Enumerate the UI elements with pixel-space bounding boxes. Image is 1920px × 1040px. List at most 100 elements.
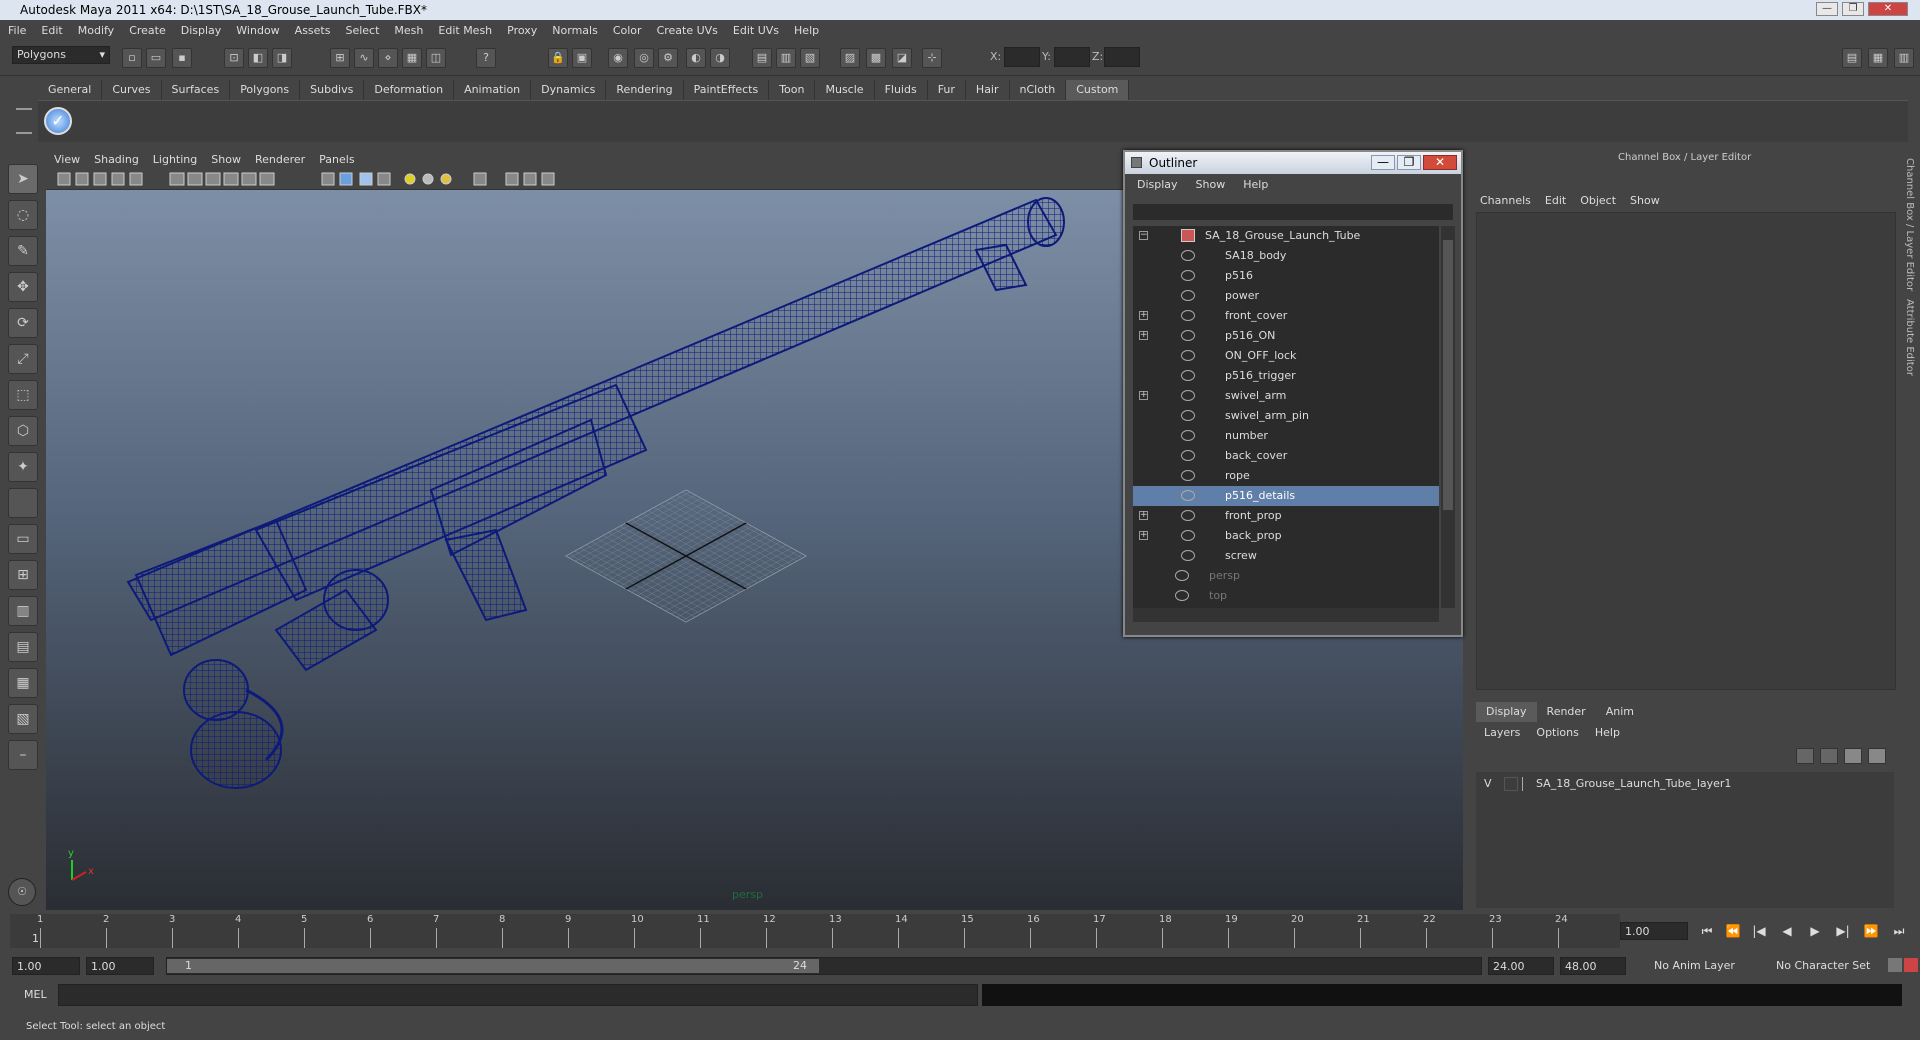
- select-hierarchy-icon[interactable]: ⊡: [224, 48, 244, 68]
- tab-curves[interactable]: Curves: [102, 80, 162, 100]
- cb-menu-channels[interactable]: Channels: [1480, 194, 1531, 207]
- persp-graph-icon[interactable]: ▧: [8, 704, 38, 734]
- outliner-item[interactable]: + swivel_arm: [1133, 386, 1439, 406]
- menu-create-uvs[interactable]: Create UVs: [657, 24, 718, 37]
- tab-fluids[interactable]: Fluids: [875, 80, 928, 100]
- outliner-close-button[interactable]: ✕: [1423, 155, 1457, 170]
- tab-dynamics[interactable]: Dynamics: [531, 80, 607, 100]
- x-field[interactable]: [1004, 47, 1040, 67]
- menu-assets[interactable]: Assets: [295, 24, 331, 37]
- outliner-item[interactable]: power: [1133, 286, 1439, 306]
- transform-field-icon[interactable]: ⊹: [922, 48, 942, 68]
- close-button[interactable]: ✕: [1868, 2, 1908, 16]
- cb-menu-object[interactable]: Object: [1580, 194, 1616, 207]
- tab-display[interactable]: Display: [1476, 702, 1537, 722]
- viewport-tool-icons[interactable]: [46, 168, 586, 190]
- snap-point-icon[interactable]: ⋄: [378, 48, 398, 68]
- rotate-tool-icon[interactable]: ⟳: [8, 308, 38, 338]
- input-output-icon[interactable]: ▣: [572, 48, 592, 68]
- layer-template-toggle[interactable]: [1504, 777, 1518, 791]
- expand-icon[interactable]: +: [1139, 331, 1148, 340]
- open-scene-icon[interactable]: ▭: [146, 48, 166, 68]
- menu-edit[interactable]: Edit: [41, 24, 62, 37]
- render-settings-icon[interactable]: ⚙: [658, 48, 678, 68]
- tab-animation[interactable]: Animation: [454, 80, 532, 100]
- select-component-icon[interactable]: ◨: [272, 48, 292, 68]
- outliner-minimize-button[interactable]: —: [1371, 155, 1395, 170]
- menu-file[interactable]: File: [8, 24, 26, 37]
- animation-start-field[interactable]: 1.00: [12, 957, 80, 975]
- tab-anim[interactable]: Anim: [1596, 702, 1644, 722]
- outliner-item[interactable]: screw: [1133, 546, 1439, 566]
- tab-general[interactable]: General: [38, 80, 103, 100]
- channel-toggle-icon[interactable]: ▥: [776, 48, 796, 68]
- z-field[interactable]: [1104, 47, 1140, 67]
- snap-plane-icon[interactable]: ▦: [402, 48, 422, 68]
- tab-attribute-editor[interactable]: Attribute Editor: [1904, 299, 1915, 376]
- outliner-menu-show[interactable]: Show: [1196, 178, 1226, 191]
- layout-icon[interactable]: ▩: [866, 48, 886, 68]
- vp-menu-view[interactable]: View: [54, 153, 80, 166]
- outliner-item[interactable]: + front_cover: [1133, 306, 1439, 326]
- outliner-camera-item[interactable]: persp: [1133, 566, 1439, 586]
- render-view-icon[interactable]: ◑: [710, 48, 730, 68]
- new-layer-selected-icon[interactable]: [1868, 748, 1886, 764]
- tab-hair[interactable]: Hair: [966, 80, 1010, 100]
- tab-channel-box[interactable]: Channel Box / Layer Editor: [1904, 158, 1915, 291]
- cb-menu-show[interactable]: Show: [1630, 194, 1660, 207]
- tab-rendering[interactable]: Rendering: [606, 80, 684, 100]
- render-current-icon[interactable]: ◉: [608, 48, 628, 68]
- tab-fur[interactable]: Fur: [928, 80, 966, 100]
- tab-painteffects[interactable]: PaintEffects: [684, 80, 770, 100]
- expand-icon[interactable]: +: [1139, 511, 1148, 520]
- checkmark-icon[interactable]: ✓: [44, 107, 72, 135]
- new-layer-icon[interactable]: [1844, 748, 1862, 764]
- go-to-start-icon[interactable]: ⏮: [1696, 920, 1718, 942]
- y-field[interactable]: [1054, 47, 1090, 67]
- anim-layer-dropdown[interactable]: No Anim Layer: [1650, 957, 1760, 975]
- menu-help[interactable]: Help: [794, 24, 819, 37]
- soft-mod-icon[interactable]: ⬡: [8, 416, 38, 446]
- tab-ncloth[interactable]: nCloth: [1010, 80, 1067, 100]
- outliner-menu-display[interactable]: Display: [1137, 178, 1178, 191]
- tab-muscle[interactable]: Muscle: [815, 80, 875, 100]
- make-live-icon[interactable]: ◫: [426, 48, 446, 68]
- layer-color-swatch[interactable]: [1522, 777, 1532, 791]
- outliner-item[interactable]: number: [1133, 426, 1439, 446]
- outliner-item[interactable]: + front_prop: [1133, 506, 1439, 526]
- layer-menu-help[interactable]: Help: [1595, 726, 1620, 739]
- ipr-render-icon[interactable]: ◎: [634, 48, 654, 68]
- manipulator-icon[interactable]: ⬚: [8, 380, 38, 410]
- outliner-persp-icon[interactable]: ▥: [8, 596, 38, 626]
- attribute-toggle-icon[interactable]: ▧: [800, 48, 820, 68]
- layer-move-down-icon[interactable]: [1820, 748, 1838, 764]
- menu-mesh[interactable]: Mesh: [394, 24, 423, 37]
- outliner-maximize-button[interactable]: ❐: [1397, 155, 1421, 170]
- animation-end-field[interactable]: 48.00: [1560, 957, 1626, 975]
- tab-polygons[interactable]: Polygons: [230, 80, 301, 100]
- outliner-item[interactable]: SA18_body: [1133, 246, 1439, 266]
- tab-toon[interactable]: Toon: [769, 80, 816, 100]
- layer-visibility-toggle[interactable]: V: [1484, 774, 1492, 794]
- tab-render[interactable]: Render: [1537, 702, 1596, 722]
- range-slider[interactable]: 1 24: [166, 957, 1482, 975]
- outliner-item[interactable]: + back_prop: [1133, 526, 1439, 546]
- current-time-field[interactable]: 1.00: [1620, 922, 1688, 940]
- layer-move-up-icon[interactable]: [1796, 748, 1814, 764]
- panel-icon[interactable]: ◪: [892, 48, 912, 68]
- single-pane-icon[interactable]: ▭: [8, 524, 38, 554]
- last-tool-icon[interactable]: [8, 488, 38, 518]
- outliner-item[interactable]: p516: [1133, 266, 1439, 286]
- step-forward-key-icon[interactable]: ⏩: [1860, 920, 1882, 942]
- scrollbar-thumb[interactable]: [1443, 240, 1453, 510]
- outliner-filter-field[interactable]: [1133, 204, 1453, 220]
- outliner-root-item[interactable]: − SA_18_Grouse_Launch_Tube: [1133, 226, 1439, 246]
- new-scene-icon[interactable]: ▫: [122, 48, 142, 68]
- vp-menu-renderer[interactable]: Renderer: [255, 153, 305, 166]
- four-pane-icon[interactable]: ⊞: [8, 560, 38, 590]
- save-scene-icon[interactable]: ▪: [172, 48, 192, 68]
- menu-normals[interactable]: Normals: [552, 24, 598, 37]
- outliner-horizontal-scrollbar[interactable]: [1133, 608, 1439, 622]
- sidebar-toggle-icon[interactable]: ▤: [752, 48, 772, 68]
- expand-icon[interactable]: +: [1139, 531, 1148, 540]
